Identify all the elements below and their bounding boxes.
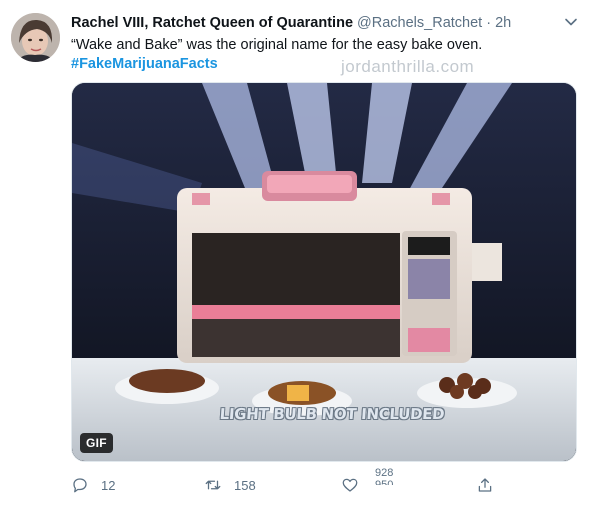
- retweet-icon: [205, 480, 221, 490]
- chevron-down-icon[interactable]: [563, 14, 579, 30]
- tweet-text: “Wake and Bake” was the original name fo…: [71, 36, 571, 74]
- gif-badge: GIF: [80, 433, 113, 453]
- share-icon: [478, 478, 492, 492]
- watermark: jordanthrilla.com: [341, 57, 475, 76]
- tweet-card[interactable]: Rachel VIII, Ratchet Queen of Quarantine…: [0, 0, 589, 508]
- avatar-image: [11, 13, 60, 62]
- tweet-body: “Wake and Bake” was the original name fo…: [71, 37, 483, 53]
- timestamp[interactable]: 2h: [495, 15, 511, 31]
- retweet-count: 158: [234, 477, 256, 493]
- like-count-bottom: 950: [375, 479, 394, 485]
- handle[interactable]: @Rachels_Ratchet: [357, 15, 482, 31]
- avatar[interactable]: [11, 13, 60, 62]
- heart-icon: [342, 478, 358, 492]
- gif-caption: LIGHT BULB NOT INCLUDED: [219, 405, 445, 423]
- like-count-top: 928: [375, 467, 394, 479]
- retweet-button[interactable]: 158: [204, 472, 256, 498]
- action-bar: 12 158 928 950: [71, 467, 511, 498]
- reply-button[interactable]: 12: [71, 472, 115, 498]
- tweet-header: Rachel VIII, Ratchet Queen of Quarantine…: [71, 13, 551, 33]
- separator: ·: [486, 15, 492, 31]
- like-count: 928 950: [375, 467, 393, 485]
- reply-icon: [73, 478, 87, 493]
- display-name[interactable]: Rachel VIII, Ratchet Queen of Quarantine: [71, 15, 353, 31]
- share-button[interactable]: [476, 472, 494, 498]
- like-button[interactable]: 928 950: [341, 467, 401, 498]
- hashtag-link[interactable]: #FakeMarijuanaFacts: [71, 55, 571, 74]
- reply-count: 12: [101, 477, 116, 493]
- gif-media[interactable]: LIGHT BULB NOT INCLUDED GIF: [71, 82, 577, 462]
